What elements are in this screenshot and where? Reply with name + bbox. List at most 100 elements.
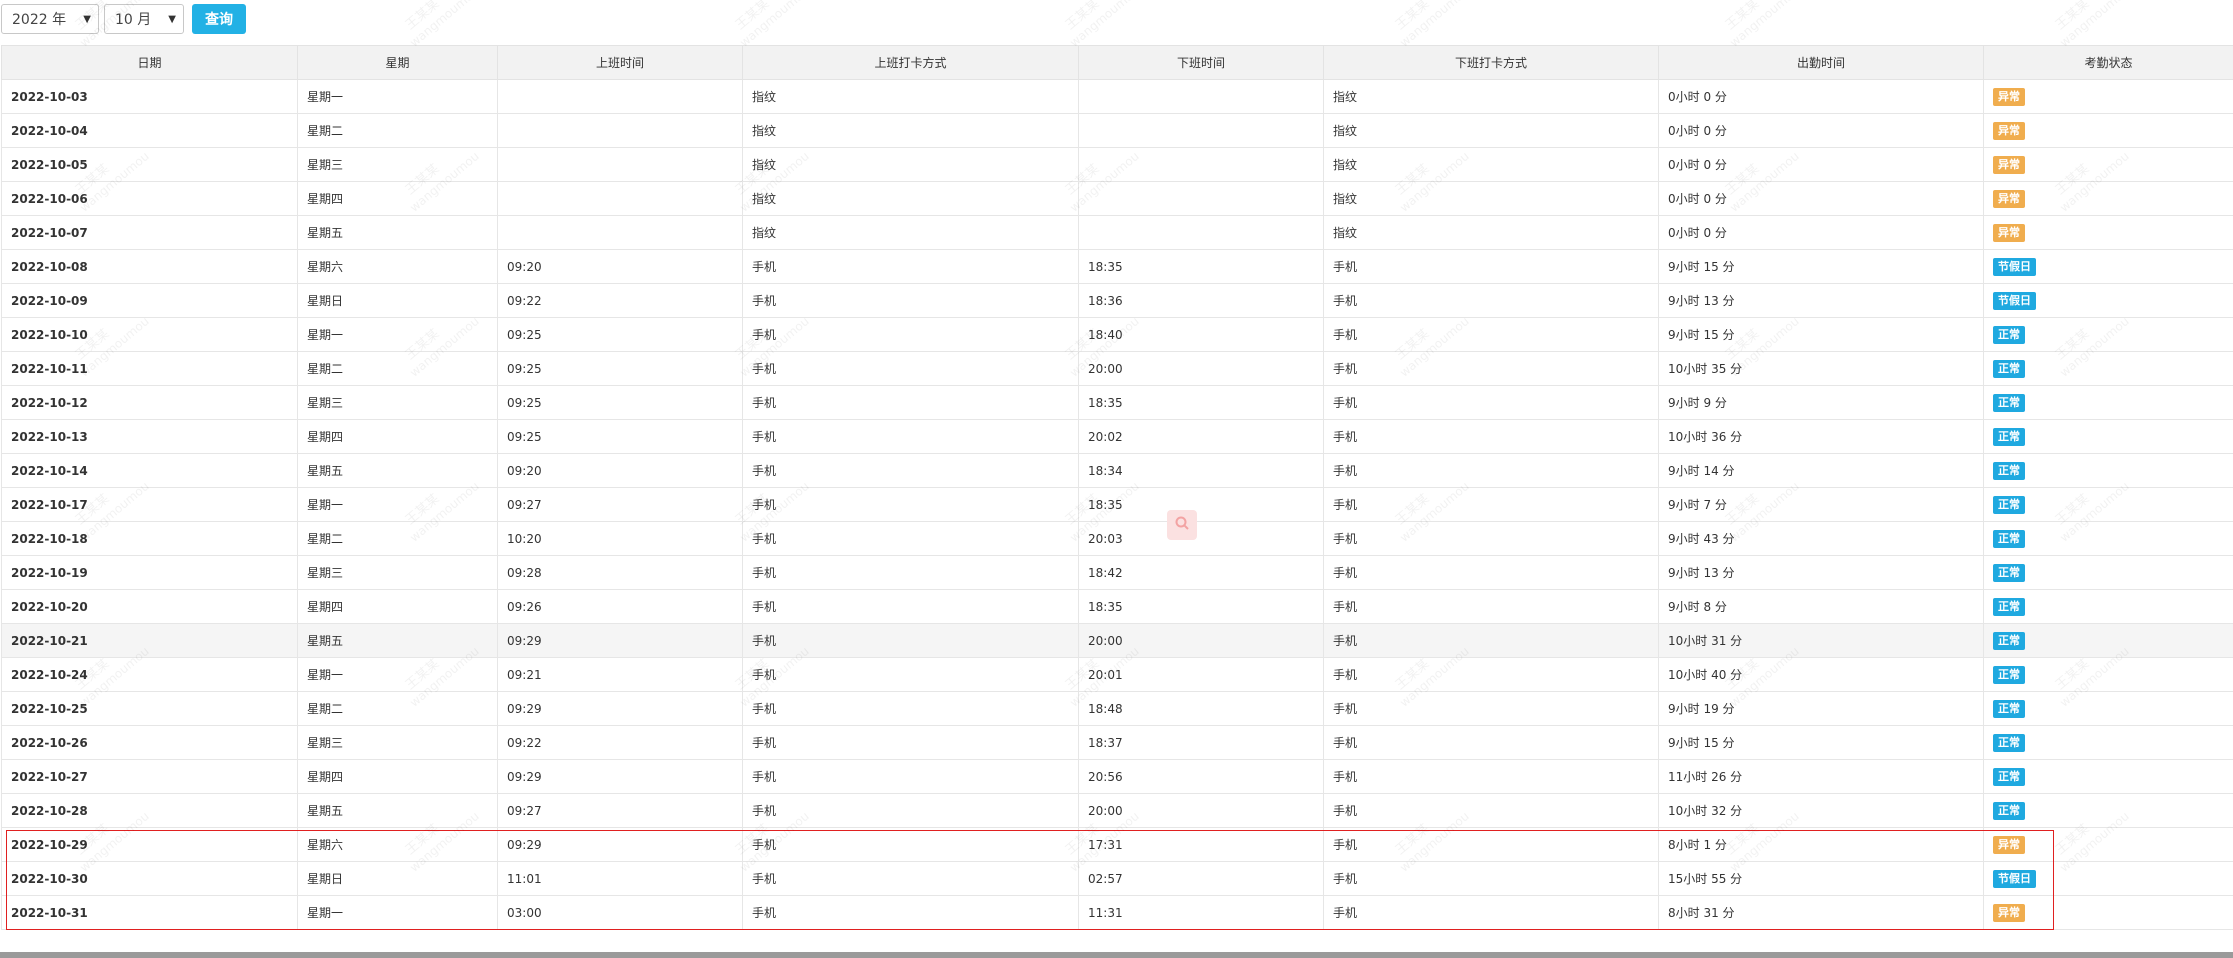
column-header-clock-in-method[interactable]: 上班打卡方式 [742,45,1079,80]
watermark-name: 王某某 [733,0,773,33]
work-duration-cell: 8小时 31 分 [1658,895,1984,930]
column-header-attendance-status[interactable]: 考勤状态 [1983,45,2233,80]
date-cell: 2022-10-20 [1,589,298,624]
date-cell: 2022-10-25 [1,691,298,726]
table-row[interactable]: 2022-10-04 星期二 指纹 指纹 0小时 0 分异常 [1,113,2233,148]
weekday-cell: 星期一 [297,79,498,114]
table-row[interactable]: 2022-10-28 星期五 09:27 手机 20:00 手机 10小时 32 分正常 [1,793,2233,828]
table-row[interactable]: 2022-10-09 星期日 09:22 手机 18:36 手机 9小时 13 分节假日 [1,283,2233,318]
table-row[interactable]: 2022-10-19 星期三 09:28 手机 18:42 手机 9小时 13 分正常 [1,555,2233,590]
table-row[interactable]: 2022-10-07 星期五 指纹 指纹 0小时 0 分异常 [1,215,2233,250]
weekday-cell: 星期五 [297,453,498,488]
clock-out-method-cell: 手机 [1323,453,1659,488]
clock-in-method-cell: 手机 [742,793,1079,828]
table-row[interactable]: 2022-10-11 星期二 09:25 手机 20:00 手机 10小时 35 分正常 [1,351,2233,386]
clock-in-method-cell: 手机 [742,419,1079,454]
clock-in-time-cell: 09:29 [497,691,743,726]
column-header-clock-out-time[interactable]: 下班时间 [1078,45,1324,80]
clock-out-method-cell: 手机 [1323,351,1659,386]
clock-out-time-cell: 17:31 [1078,827,1324,862]
clock-out-method-cell: 手机 [1323,487,1659,522]
status-badge: 节假日 [1993,869,2036,888]
status-badge: 正常 [1993,495,2025,514]
table-row[interactable]: 2022-10-17 星期一 09:27 手机 18:35 手机 9小时 7 分正常 [1,487,2233,522]
clock-in-method-cell: 手机 [742,521,1079,556]
watermark-name: 王某某 [403,0,443,33]
clock-in-time-cell: 09:29 [497,827,743,862]
date-cell: 2022-10-24 [1,657,298,692]
status-cell: 正常 [1983,487,2233,522]
watermark: 王某某wangmoumou [2053,0,2132,50]
weekday-cell: 星期三 [297,385,498,420]
table-row[interactable]: 2022-10-10 星期一 09:25 手机 18:40 手机 9小时 15 分正常 [1,317,2233,352]
clock-in-method-cell: 手机 [742,861,1079,896]
clock-out-time-cell: 20:00 [1078,351,1324,386]
clock-in-time-cell: 09:20 [497,249,743,284]
weekday-cell: 星期四 [297,589,498,624]
table-row[interactable]: 2022-10-29 星期六 09:29 手机 17:31 手机 8小时 1 分异常 [1,827,2233,862]
clock-in-time-cell: 09:20 [497,453,743,488]
table-row[interactable]: 2022-10-21 星期五 09:29 手机 20:00 手机 10小时 31 分正常 [1,623,2233,658]
clock-out-time-cell: 18:48 [1078,691,1324,726]
clock-out-method-cell: 手机 [1323,861,1659,896]
query-button[interactable]: 查询 [192,4,246,34]
status-cell: 节假日 [1983,249,2233,284]
status-cell: 正常 [1983,453,2233,488]
table-row[interactable]: 2022-10-31 星期一 03:00 手机 11:31 手机 8小时 31 分异常 [1,895,2233,930]
table-row[interactable]: 2022-10-24 星期一 09:21 手机 20:01 手机 10小时 40 分正常 [1,657,2233,692]
status-badge: 正常 [1993,699,2025,718]
table-row[interactable]: 2022-10-03 星期一 指纹 指纹 0小时 0 分异常 [1,79,2233,114]
table-row[interactable]: 2022-10-27 星期四 09:29 手机 20:56 手机 11小时 26 分正常 [1,759,2233,794]
weekday-cell: 星期四 [297,181,498,216]
column-header-work-duration[interactable]: 出勤时间 [1658,45,1984,80]
work-duration-cell: 9小时 15 分 [1658,725,1984,760]
weekday-cell: 星期六 [297,249,498,284]
column-header-date[interactable]: 日期 [1,45,298,80]
table-row[interactable]: 2022-10-30 星期日 11:01 手机 02:57 手机 15小时 55 分节假日 [1,861,2233,896]
horizontal-scrollbar[interactable] [0,952,2233,958]
weekday-cell: 星期五 [297,215,498,250]
table-row[interactable]: 2022-10-14 星期五 09:20 手机 18:34 手机 9小时 14 分正常 [1,453,2233,488]
clock-in-time-cell: 09:25 [497,351,743,386]
table-row[interactable]: 2022-10-12 星期三 09:25 手机 18:35 手机 9小时 9 分正常 [1,385,2233,420]
watermark: 王某某wangmoumou [403,0,482,50]
work-duration-cell: 9小时 7 分 [1658,487,1984,522]
status-badge: 正常 [1993,733,2025,752]
clock-in-time-cell: 09:25 [497,385,743,420]
date-cell: 2022-10-27 [1,759,298,794]
column-header-clock-out-method[interactable]: 下班打卡方式 [1323,45,1659,80]
date-cell: 2022-10-10 [1,317,298,352]
watermark-name: 王某某 [2053,0,2093,33]
work-duration-cell: 10小时 31 分 [1658,623,1984,658]
clock-out-time-cell: 20:56 [1078,759,1324,794]
column-header-clock-in-time[interactable]: 上班时间 [497,45,743,80]
table-row[interactable]: 2022-10-18 星期二 10:20 手机 20:03 手机 9小时 43 分正常 [1,521,2233,556]
column-header-weekday[interactable]: 星期 [297,45,498,80]
month-select[interactable]: 10 月 ▼ [104,4,184,34]
clock-in-time-cell: 10:20 [497,521,743,556]
clock-out-time-cell: 18:34 [1078,453,1324,488]
clock-in-method-cell: 指纹 [742,147,1079,182]
table-row[interactable]: 2022-10-26 星期三 09:22 手机 18:37 手机 9小时 15 分正常 [1,725,2233,760]
floating-search-button[interactable] [1167,510,1197,540]
status-badge: 正常 [1993,563,2025,582]
weekday-cell: 星期二 [297,113,498,148]
table-row[interactable]: 2022-10-13 星期四 09:25 手机 20:02 手机 10小时 36 分正常 [1,419,2233,454]
clock-out-time-cell [1078,181,1324,216]
table-row[interactable]: 2022-10-20 星期四 09:26 手机 18:35 手机 9小时 8 分正常 [1,589,2233,624]
attendance-table: 日期 星期 上班时间 上班打卡方式 下班时间 下班打卡方式 出勤时间 考勤状态 … [1,45,2233,930]
date-cell: 2022-10-13 [1,419,298,454]
table-row[interactable]: 2022-10-06 星期四 指纹 指纹 0小时 0 分异常 [1,181,2233,216]
work-duration-cell: 9小时 43 分 [1658,521,1984,556]
clock-out-method-cell: 手机 [1323,895,1659,930]
status-cell: 正常 [1983,589,2233,624]
table-row[interactable]: 2022-10-25 星期二 09:29 手机 18:48 手机 9小时 19 分正常 [1,691,2233,726]
year-select[interactable]: 2022 年 ▼ [1,4,99,34]
table-row[interactable]: 2022-10-05 星期三 指纹 指纹 0小时 0 分异常 [1,147,2233,182]
status-badge: 正常 [1993,359,2025,378]
watermark-name: 王某某 [1723,0,1763,33]
weekday-cell: 星期六 [297,827,498,862]
table-row[interactable]: 2022-10-08 星期六 09:20 手机 18:35 手机 9小时 15 分节假日 [1,249,2233,284]
date-cell: 2022-10-29 [1,827,298,862]
status-cell: 异常 [1983,827,2233,862]
